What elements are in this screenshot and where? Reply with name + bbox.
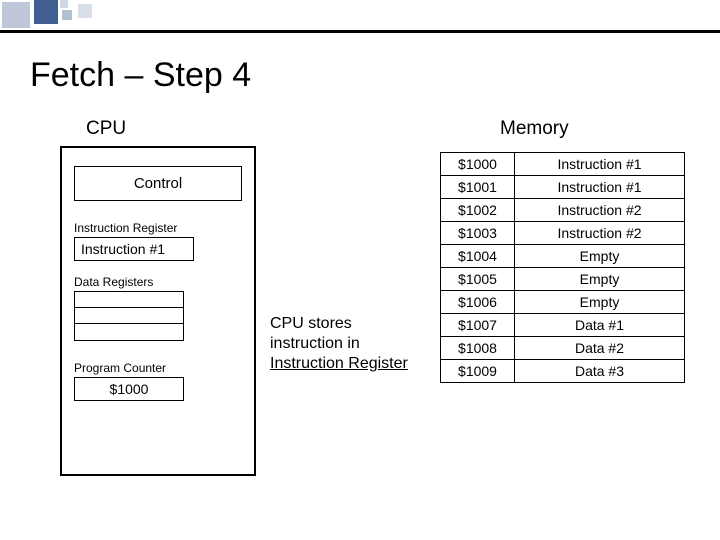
cpu-heading: CPU — [86, 118, 126, 140]
memory-value: Data #3 — [515, 360, 685, 383]
memory-row: $1002Instruction #2 — [441, 199, 685, 222]
instruction-register-value: Instruction #1 — [74, 237, 194, 261]
data-registers — [74, 291, 184, 341]
memory-row: $1005Empty — [441, 268, 685, 291]
cpu-box: Control Instruction Register Instruction… — [60, 146, 256, 476]
memory-value: Instruction #2 — [515, 199, 685, 222]
memory-value: Instruction #1 — [515, 153, 685, 176]
data-registers-label: Data Registers — [74, 275, 242, 289]
memory-value: Empty — [515, 268, 685, 291]
memory-address: $1007 — [441, 314, 515, 337]
memory-address: $1004 — [441, 245, 515, 268]
memory-row: $1008Data #2 — [441, 337, 685, 360]
control-unit: Control — [74, 166, 242, 201]
memory-row: $1001Instruction #1 — [441, 176, 685, 199]
annotation-line-3: Instruction Register — [270, 355, 408, 372]
memory-address: $1003 — [441, 222, 515, 245]
instruction-register-label: Instruction Register — [74, 221, 242, 235]
memory-row: $1006Empty — [441, 291, 685, 314]
memory-value: Instruction #1 — [515, 176, 685, 199]
memory-value: Empty — [515, 291, 685, 314]
memory-value: Data #2 — [515, 337, 685, 360]
memory-row: $1004Empty — [441, 245, 685, 268]
memory-heading: Memory — [500, 118, 569, 140]
memory-address: $1006 — [441, 291, 515, 314]
annotation-text: CPU stores instruction in Instruction Re… — [270, 314, 408, 374]
memory-value: Empty — [515, 245, 685, 268]
memory-value: Instruction #2 — [515, 222, 685, 245]
program-counter-label: Program Counter — [74, 361, 242, 375]
annotation-line-2: instruction in — [270, 335, 360, 352]
memory-address: $1009 — [441, 360, 515, 383]
annotation-line-1: CPU stores — [270, 315, 352, 332]
memory-table: $1000Instruction #1$1001Instruction #1$1… — [440, 152, 685, 383]
memory-address: $1000 — [441, 153, 515, 176]
slide-title: Fetch – Step 4 — [30, 56, 251, 95]
memory-row: $1009Data #3 — [441, 360, 685, 383]
program-counter-value: $1000 — [74, 377, 184, 401]
memory-address: $1001 — [441, 176, 515, 199]
memory-address: $1005 — [441, 268, 515, 291]
memory-row: $1007Data #1 — [441, 314, 685, 337]
memory-address: $1002 — [441, 199, 515, 222]
title-rule — [0, 30, 720, 33]
memory-address: $1008 — [441, 337, 515, 360]
memory-row: $1000Instruction #1 — [441, 153, 685, 176]
memory-row: $1003Instruction #2 — [441, 222, 685, 245]
slide-decoration — [0, 0, 180, 30]
memory-value: Data #1 — [515, 314, 685, 337]
